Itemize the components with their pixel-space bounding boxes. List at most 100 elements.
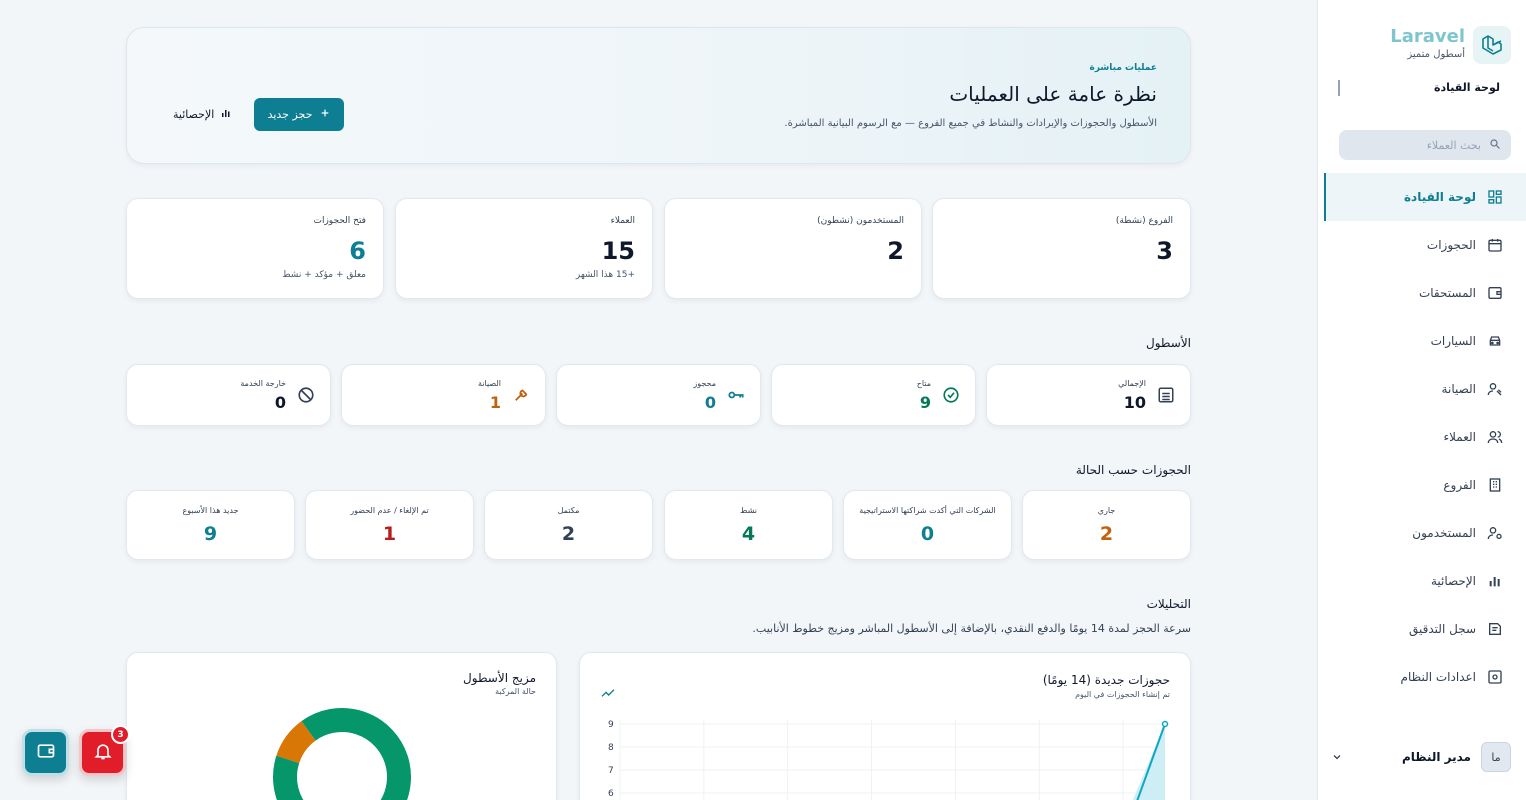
- fleet-mix-donut-chart: [273, 708, 411, 800]
- sidebar-item-label: سجل التدقيق: [1409, 622, 1476, 636]
- plus-icon: [320, 108, 330, 121]
- status-card-cancelled: تم الإلغاء / عدم الحضور 1: [305, 490, 474, 560]
- kpi-card-customers: العملاء 15 +15 هذا الشهر: [395, 198, 653, 299]
- search-icon: [1489, 138, 1501, 153]
- chevron-down-icon[interactable]: [1331, 748, 1343, 767]
- status-value: 2: [1099, 523, 1114, 545]
- user-menu[interactable]: ما مدير النظام: [1331, 742, 1511, 772]
- settings-icon: [1486, 668, 1504, 686]
- search-placeholder: بحث العملاء: [1426, 138, 1481, 152]
- kpi-value: 2: [887, 237, 904, 265]
- fleet-value: 0: [274, 393, 286, 412]
- kpi-label: فتح الحجوزات: [313, 216, 366, 226]
- sidebar-item-label: السيارات: [1430, 334, 1476, 348]
- sidebar-item-users[interactable]: المستخدمون: [1324, 509, 1526, 557]
- new-booking-button[interactable]: حجز جديد: [254, 98, 344, 131]
- status-card-ongoing: جاري 2: [1022, 490, 1191, 560]
- sidebar-item-label: المستحقات: [1418, 286, 1476, 300]
- new-bookings-chart-card: حجوزات جديدة (14 يومًا) تم إنشاء الحجوزا…: [579, 652, 1191, 800]
- ban-icon: [296, 385, 316, 405]
- sidebar-item-label: لوحة القيادة: [1403, 190, 1476, 204]
- status-label: تم الإلغاء / عدم الحضور: [350, 506, 429, 515]
- sidebar-item-dashboard[interactable]: لوحة القيادة: [1324, 173, 1526, 221]
- status-card-active: نشط 4: [664, 490, 833, 560]
- line-area-fill: [1132, 724, 1165, 800]
- sidebar-item-label: العملاء: [1443, 430, 1476, 444]
- sidebar-item-dues[interactable]: المستحقات: [1324, 269, 1526, 317]
- wallet-icon: [36, 741, 56, 765]
- status-card-new-this-week: جديد هذا الأسبوع 9: [126, 490, 295, 560]
- customer-search-input[interactable]: بحث العملاء: [1339, 130, 1511, 160]
- status-label: جاري: [1097, 506, 1116, 515]
- user-name: مدير النظام: [1401, 750, 1471, 764]
- garage-icon: [1156, 385, 1176, 405]
- kpi-card-users: المستخدمون (نشطون) 2: [664, 198, 922, 299]
- fleet-value: 9: [919, 393, 931, 412]
- fleet-section-title: الأسطول: [1146, 336, 1191, 350]
- fleet-label: متاح: [916, 379, 931, 388]
- brand[interactable]: Laravel أسطول متميز: [1390, 26, 1511, 64]
- y-tick-label: 7: [608, 766, 614, 776]
- donut-slice: [276, 721, 317, 764]
- fleet-mix-chart-card: مزيج الأسطول حالة المركبة: [126, 652, 557, 800]
- sidebar-item-bookings[interactable]: الحجوزات: [1324, 221, 1526, 269]
- status-value: 4: [741, 523, 756, 545]
- fleet-label: محجوز: [693, 379, 716, 388]
- sidebar-item-customers[interactable]: العملاء: [1324, 413, 1526, 461]
- kpi-label: المستخدمون (نشطون): [817, 216, 904, 226]
- fleet-card-out-of-service: خارجة الخدمة 0: [126, 364, 331, 426]
- sidebar-item-audit-log[interactable]: سجل التدقيق: [1324, 605, 1526, 653]
- kpi-subtext: +15 هذا الشهر: [575, 270, 635, 280]
- analytics-title: التحليلات: [1146, 597, 1191, 611]
- main-content: عمليات مباشرة نظرة عامة على العمليات الأ…: [126, 0, 1191, 800]
- bell-icon: [93, 741, 113, 765]
- hero-banner: عمليات مباشرة نظرة عامة على العمليات الأ…: [126, 27, 1191, 164]
- sidebar-item-cars[interactable]: السيارات: [1324, 317, 1526, 365]
- bar-chart-icon: [1486, 572, 1504, 590]
- wallet-button[interactable]: [22, 729, 69, 776]
- brand-name: Laravel: [1390, 26, 1465, 47]
- kpi-label: الفروع (نشطة): [1115, 216, 1173, 226]
- sidebar: Laravel أسطول متميز لوحة القيادة بحث الع…: [1317, 0, 1526, 800]
- kpi-card-open-bookings: فتح الحجوزات 6 معلق + مؤكد + نشط: [126, 198, 384, 299]
- fleet-value: 10: [1123, 393, 1146, 412]
- fleet-value: 0: [704, 393, 716, 412]
- fleet-label: خارجة الخدمة: [240, 379, 286, 388]
- status-label: جديد هذا الأسبوع: [182, 506, 239, 515]
- new-booking-label: حجز جديد: [267, 108, 313, 121]
- divider: [1338, 80, 1340, 96]
- kpi-label: العملاء: [610, 216, 635, 226]
- statistics-link[interactable]: الإحصائية: [173, 107, 232, 122]
- users-icon: [1486, 428, 1504, 446]
- status-label: نشط: [740, 506, 757, 515]
- sidebar-nav: لوحة القيادة الحجوزات المستحقات السيارات…: [1324, 173, 1526, 701]
- brand-subtitle: أسطول متميز: [1407, 49, 1465, 60]
- sidebar-item-statistics[interactable]: الإحصائية: [1324, 557, 1526, 605]
- dashboard-icon: [1486, 188, 1504, 206]
- audit-log-icon: [1486, 620, 1504, 638]
- sidebar-item-system-settings[interactable]: اعدادات النظام: [1324, 653, 1526, 701]
- fleet-card-total: الإجمالي 10: [986, 364, 1191, 426]
- sidebar-item-maintenance[interactable]: الصيانة: [1324, 365, 1526, 413]
- calendar-icon: [1486, 236, 1504, 254]
- kpi-value: 6: [349, 237, 366, 265]
- y-tick-label: 8: [608, 743, 614, 753]
- sidebar-item-branches[interactable]: الفروع: [1324, 461, 1526, 509]
- status-label: الشركات التي أكدت شراكتها الاستراتيجية: [859, 506, 996, 515]
- statistics-link-label: الإحصائية: [173, 108, 215, 121]
- sidebar-item-label: الحجوزات: [1426, 238, 1476, 252]
- y-tick-label: 9: [608, 720, 614, 730]
- sidebar-item-label: الصيانة: [1441, 382, 1476, 396]
- maintenance-icon: [1486, 380, 1504, 398]
- kpi-value: 15: [601, 237, 635, 265]
- page-title: نظرة عامة على العمليات: [949, 82, 1157, 106]
- new-bookings-line-chart: 9 8 7 6: [608, 720, 1169, 800]
- status-value: 9: [203, 523, 218, 545]
- analytics-description: سرعة الحجز لمدة 14 يومًا والدفع النقدي، …: [752, 622, 1191, 635]
- notifications-count-badge: 3: [111, 725, 130, 744]
- fleet-card-maintenance: الصيانة 1: [341, 364, 546, 426]
- building-icon: [1486, 476, 1504, 494]
- kpi-subtext: معلق + مؤكد + نشط: [282, 270, 366, 280]
- check-circle-icon: [941, 385, 961, 405]
- fleet-value: 1: [489, 393, 501, 412]
